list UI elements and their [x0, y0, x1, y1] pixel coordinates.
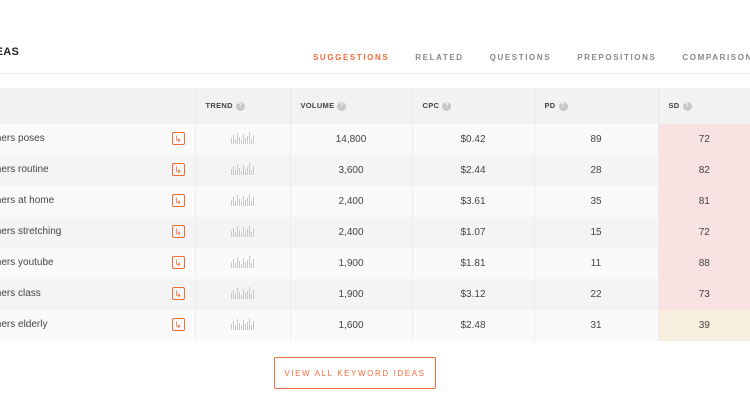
tab-comparisons[interactable]: COMPARISONS	[669, 53, 750, 62]
pd-cell: 11	[534, 248, 659, 279]
keyword-cell: inners stretching ↳	[0, 217, 196, 248]
arrow-return-icon[interactable]: ↳	[171, 194, 185, 207]
sd-cell: 81	[658, 186, 750, 217]
trend-cell	[195, 124, 291, 155]
arrow-return-icon[interactable]: ↳	[171, 225, 185, 238]
volume-cell: 1,900	[290, 248, 413, 279]
col-header-volume-label: VOLUME	[300, 101, 335, 111]
keyword-text[interactable]: inners routine	[0, 164, 49, 175]
tab-related[interactable]: RELATED	[402, 53, 476, 62]
sd-cell: 82	[658, 155, 750, 186]
volume-cell: 2,400	[290, 217, 413, 248]
keyword-ideas-table: TREND? VOLUME? CPC? PD? SD? inners poses…	[0, 88, 750, 341]
table-header-row: TREND? VOLUME? CPC? PD? SD?	[0, 88, 750, 124]
col-header-volume[interactable]: VOLUME?	[290, 88, 413, 124]
col-header-pd-label: PD	[544, 101, 556, 111]
trend-cell	[195, 186, 291, 217]
table-row[interactable]: inners elderly ↳ 1,600 $2.48 31 39	[0, 310, 750, 341]
keyword-tabs: SUGGESTIONS RELATED QUESTIONS PREPOSITIO…	[300, 51, 750, 64]
pd-cell: 31	[534, 310, 659, 341]
keyword-text[interactable]: inners class	[0, 288, 41, 299]
sparkline-icon	[231, 132, 254, 144]
trend-cell	[195, 310, 291, 341]
volume-cell: 14,800	[290, 124, 413, 155]
volume-cell: 3,600	[290, 155, 413, 186]
pd-cell: 15	[534, 217, 659, 248]
cpc-cell: $1.81	[412, 248, 535, 279]
table-row[interactable]: inners at home ↳ 2,400 $3.61 35 81	[0, 186, 750, 217]
pd-cell: 22	[534, 279, 659, 310]
table-row[interactable]: inners class ↳ 1,900 $3.12 22 73	[0, 279, 750, 310]
cpc-cell: $3.12	[412, 279, 535, 310]
pd-cell: 28	[534, 155, 659, 186]
sparkline-icon	[231, 225, 254, 237]
sparkline-icon	[231, 194, 254, 206]
sparkline-icon	[231, 318, 254, 330]
keyword-cell: inners at home ↳	[0, 186, 196, 217]
keyword-text[interactable]: inners stretching	[0, 226, 61, 237]
table-row[interactable]: inners poses ↳ 14,800 $0.42 89 72	[0, 124, 750, 155]
trend-cell	[195, 155, 291, 186]
view-all-keyword-ideas-button[interactable]: VIEW ALL KEYWORD IDEAS	[274, 357, 436, 389]
question-circle-icon[interactable]: ?	[235, 101, 245, 111]
table-row[interactable]: inners youtube ↳ 1,900 $1.81 11 88	[0, 248, 750, 279]
keyword-text[interactable]: inners youtube	[0, 257, 54, 268]
table-row[interactable]: inners stretching ↳ 2,400 $1.07 15 72	[0, 217, 750, 248]
pd-cell: 35	[534, 186, 659, 217]
keyword-cell: inners routine ↳	[0, 155, 196, 186]
table-row[interactable]: inners routine ↳ 3,600 $2.44 28 82	[0, 155, 750, 186]
question-circle-icon[interactable]: ?	[682, 101, 692, 111]
keyword-text[interactable]: inners at home	[0, 195, 54, 206]
col-header-trend[interactable]: TREND?	[195, 88, 291, 124]
sparkline-icon	[231, 163, 254, 175]
sd-cell: 88	[658, 248, 750, 279]
keyword-text[interactable]: inners elderly	[0, 319, 47, 330]
col-header-sd[interactable]: SD?	[658, 88, 750, 124]
cpc-cell: $2.48	[412, 310, 535, 341]
col-header-sd-label: SD	[668, 101, 680, 111]
sd-cell: 72	[658, 124, 750, 155]
volume-cell: 1,600	[290, 310, 413, 341]
cpc-cell: $2.44	[412, 155, 535, 186]
sparkline-icon	[231, 287, 254, 299]
arrow-return-icon[interactable]: ↳	[171, 256, 185, 269]
keyword-text[interactable]: inners poses	[0, 133, 45, 144]
cpc-cell: $3.61	[412, 186, 535, 217]
sparkline-icon	[231, 256, 254, 268]
sd-cell: 39	[658, 310, 750, 341]
sd-cell: 73	[658, 279, 750, 310]
question-circle-icon[interactable]: ?	[558, 101, 568, 111]
tab-suggestions[interactable]: SUGGESTIONS	[300, 53, 402, 62]
volume-cell: 1,900	[290, 279, 413, 310]
arrow-return-icon[interactable]: ↳	[171, 287, 185, 300]
arrow-return-icon[interactable]: ↳	[171, 163, 185, 176]
trend-cell	[195, 248, 291, 279]
col-header-trend-label: TREND	[205, 101, 233, 111]
tab-prepositions[interactable]: PREPOSITIONS	[564, 53, 669, 62]
arrow-return-icon[interactable]: ↳	[171, 318, 185, 331]
col-header-cpc[interactable]: CPC?	[412, 88, 535, 124]
pd-cell: 89	[534, 124, 659, 155]
col-header-cpc-label: CPC	[422, 101, 440, 111]
sd-cell: 72	[658, 217, 750, 248]
arrow-return-icon[interactable]: ↳	[171, 132, 185, 145]
cpc-cell: $0.42	[412, 124, 535, 155]
col-header-pd[interactable]: PD?	[534, 88, 659, 124]
trend-cell	[195, 217, 291, 248]
cpc-cell: $1.07	[412, 217, 535, 248]
volume-cell: 2,400	[290, 186, 413, 217]
keyword-cell: inners poses ↳	[0, 124, 196, 155]
keyword-cell: inners class ↳	[0, 279, 196, 310]
question-circle-icon[interactable]: ?	[337, 101, 347, 111]
tab-questions[interactable]: QUESTIONS	[477, 53, 565, 62]
trend-cell	[195, 279, 291, 310]
section-title: IDEAS	[0, 46, 20, 58]
header-divider	[0, 73, 750, 74]
keyword-cell: inners youtube ↳	[0, 248, 196, 279]
question-circle-icon[interactable]: ?	[442, 101, 452, 111]
keyword-cell: inners elderly ↳	[0, 310, 196, 341]
col-header-keyword[interactable]	[0, 88, 196, 124]
